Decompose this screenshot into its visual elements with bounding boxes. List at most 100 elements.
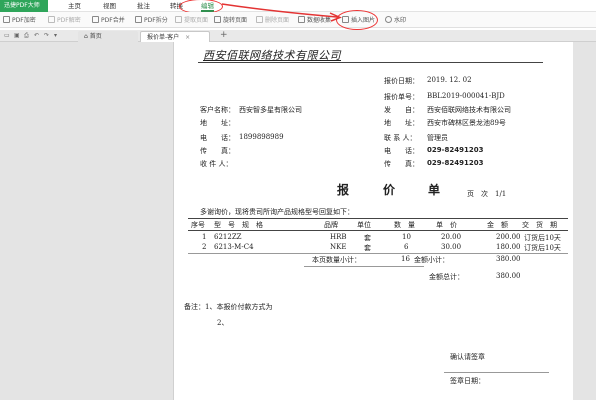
intro-text: 多谢询价，现将贵司所询产品规格型号回复如下： [200,208,354,216]
row1-delivery: 订货后10天 [524,234,561,242]
row2-unit: 套 [364,244,371,252]
watermark-label: 水印 [394,17,407,24]
pdf-decrypt-button[interactable]: PDF解密 [48,15,81,26]
big-title-char-2: 价 [383,183,397,197]
col-header-delivery: 交 货 期 [522,221,557,229]
big-title-char-1: 报 [337,183,351,197]
tab-quote-customer[interactable]: 报价单-客户 × [140,31,210,42]
merge-icon [92,16,99,23]
tab-home-label: 首页 [89,33,102,40]
watermark-button[interactable]: 水印 [385,15,406,26]
remark-line-2: 2、 [217,319,229,327]
subtotal-qty: 16 [401,255,410,263]
address-label: 地 址： [200,119,235,127]
customer-label: 客户名称： [200,106,235,114]
row1-model: 6212ZZ [214,233,242,241]
tab-bar: ▭ ▣ ⎙ ↶ ↷ ▾ ⌂ 首页 报价单-客户 × + [0,30,596,42]
pdf-merge-button[interactable]: PDF合并 [92,15,125,26]
phone-value: 1899898989 [239,133,284,141]
row1-no: 1 [202,233,207,241]
close-icon[interactable]: × [185,34,190,41]
row2-delivery: 订货后10天 [524,244,561,252]
extract-icon [175,16,182,23]
remark-label: 备注：1、本报价付款方式为 [184,303,273,311]
rotate-icon [214,16,221,23]
annotation-arrow [221,3,342,22]
amount-subtotal-value: 380.00 [496,255,521,263]
total-value: 380.00 [496,272,521,280]
contact-label: 联 系 人： [384,134,417,142]
table-body-rule [188,253,568,254]
save-icon[interactable]: ▣ [14,32,20,39]
split-icon [135,16,142,23]
pdf-decrypt-label: PDF解密 [57,17,81,24]
open-folder-icon[interactable]: ▭ [4,32,10,39]
tab-home[interactable]: ⌂ 首页 [78,31,138,42]
from-value: 西安佰联网络技术有限公司 [427,106,511,114]
fax2-value: 029-82491203 [427,159,484,167]
address2-label: 地 址： [384,119,419,127]
menu-home[interactable]: 主页 [68,0,81,12]
row2-model: 6213-M-C4 [214,243,254,251]
quote-no-label: 报价单号： [384,93,419,101]
phone2-value: 029-82491203 [427,146,484,154]
print-icon[interactable]: ⎙ [24,32,29,40]
phone2-label: 电 话： [384,147,419,155]
row1-price: 20.00 [441,233,462,241]
watermark-icon [385,16,392,23]
sign-date-label: 签章日期： [450,377,485,385]
undo-icon[interactable]: ↶ [34,32,39,39]
fax2-label: 传 真： [384,160,419,168]
pdf-split-label: PDF拆分 [144,17,168,24]
row2-no: 2 [202,243,207,251]
amount-subtotal-label: 金额小计： [414,256,449,264]
col-header-brand: 品牌 [324,221,338,229]
extract-pages-label: 提取页面 [184,17,209,24]
redo-icon[interactable]: ↷ [44,32,49,39]
row1-qty: 10 [402,233,411,241]
pdf-merge-label: PDF合并 [101,17,125,24]
subtotal-label: 本页数量小计： [312,256,361,264]
quote-no-value: BBL2019-000041-BJD [427,92,505,100]
col-header-model: 型 号 规 格 [214,221,263,229]
table-header-rule [188,230,568,231]
menu-annotate[interactable]: 批注 [137,0,150,12]
row1-unit: 套 [364,234,371,242]
col-header-amount: 金 额 [487,221,508,229]
fax-label: 传 真： [200,147,235,155]
confirm-label: 确认请签章 [450,353,485,361]
customer-value: 西安智多星有限公司 [239,106,302,114]
unlock-icon [48,16,55,23]
new-tab-button[interactable]: + [214,30,234,41]
date-label: 报价日期： [384,77,419,85]
company-title: 西安佰联网络技术有限公司 [203,49,341,62]
pdf-encrypt-label: PDF加密 [12,17,36,24]
pdf-encrypt-button[interactable]: PDF加密 [3,15,36,26]
big-title-char-3: 单 [428,183,442,197]
address2-value: 西安市碑林区景龙池89号 [427,119,506,127]
from-label: 发 自： [384,106,419,114]
page-indicator: 页 次 1/1 [467,190,507,198]
signature-rule [444,372,549,373]
col-header-qty: 数 量 [394,221,415,229]
total-label: 金额总计： [429,273,464,281]
col-header-no: 序号 [191,221,205,229]
table-top-rule [188,218,568,219]
title-rule [198,62,543,63]
subtotal-rule [304,266,424,267]
row1-brand: HRB [330,233,347,241]
row2-qty: 6 [404,243,409,251]
extract-pages-button[interactable]: 提取页面 [175,15,208,26]
phone-label: 电 话： [200,134,235,142]
col-header-unit: 单位 [357,221,371,229]
menu-view[interactable]: 视图 [103,0,116,12]
row2-brand: NKE [330,243,347,251]
pdf-split-button[interactable]: PDF拆分 [135,15,168,26]
row1-amount: 200.00 [496,233,521,241]
lock-icon [3,16,10,23]
row2-amount: 180.00 [496,243,521,251]
chevron-down-icon[interactable]: ▾ [54,32,57,39]
pdf-page: 西安佰联网络技术有限公司 报价日期： 2019. 12. 02 报价单号： BB… [173,42,573,400]
col-header-price: 单 价 [436,221,457,229]
date-value: 2019. 12. 02 [427,76,472,84]
